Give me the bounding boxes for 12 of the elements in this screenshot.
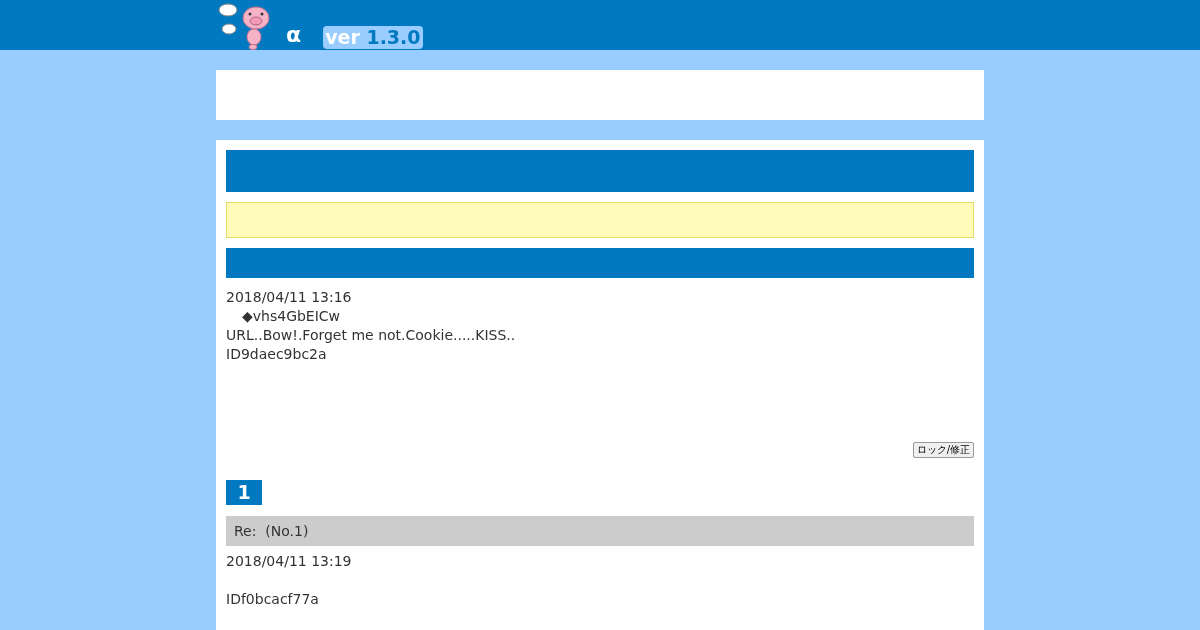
site-title: α: [286, 22, 302, 49]
post-date: 2018/04/11 13:16: [226, 288, 353, 307]
reply-id: IDf0bcacf77a: [226, 590, 320, 609]
post-trip: ◆vhs4GbEICw: [241, 307, 342, 326]
reply-subject: Re: (No.1): [226, 516, 974, 546]
reply-number: 1: [226, 480, 262, 505]
pig-mascot-icon: [216, 2, 272, 50]
post-id: ID9daec9bc2a: [226, 345, 328, 364]
post-body: URL..Bow!.Forget me not.Cookie.....KISS..: [226, 326, 517, 345]
reply-date: 2018/04/11 13:19: [226, 552, 353, 571]
lock-edit-button[interactable]: ロック/修正: [912, 442, 974, 458]
version-badge: ver 1.3.0: [323, 26, 423, 49]
